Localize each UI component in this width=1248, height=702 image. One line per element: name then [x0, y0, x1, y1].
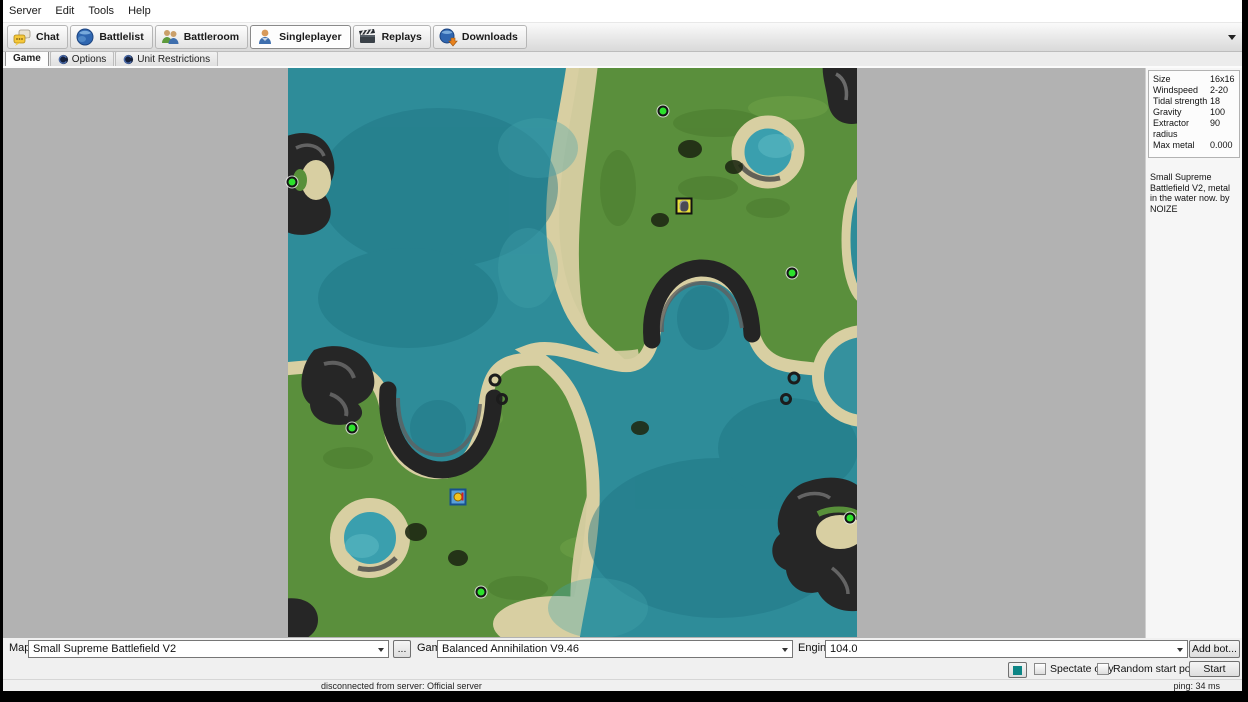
- menu-bar: Server Edit Tools Help: [3, 0, 1242, 22]
- info-label: Windspeed: [1153, 85, 1198, 96]
- connection-status: disconnected from server: Official serve…: [321, 681, 482, 691]
- chat-bubbles-icon: [12, 27, 32, 47]
- info-label: Max metal: [1153, 140, 1195, 151]
- mod-icon: [58, 54, 69, 65]
- info-label: Size: [1153, 74, 1171, 85]
- tab-label: Battleroom: [184, 31, 239, 43]
- start-position-marker-2[interactable]: [286, 177, 297, 188]
- engine-combobox-value: 104.0: [830, 643, 858, 655]
- info-label: Extractor radius: [1153, 118, 1210, 140]
- status-bar: disconnected from server: Official serve…: [3, 679, 1242, 691]
- info-label: Tidal strength: [1153, 96, 1207, 107]
- clapperboard-icon: [358, 27, 378, 47]
- player-color-button[interactable]: [1008, 662, 1027, 678]
- tab-replays[interactable]: Replays: [353, 25, 431, 49]
- people-icon: [160, 27, 180, 47]
- map-browse-label: ...: [398, 643, 407, 655]
- chevron-down-icon: [1177, 648, 1183, 652]
- unit-marker-yellow[interactable]: [676, 197, 693, 214]
- player-color-swatch: [1013, 666, 1022, 675]
- menu-item-help[interactable]: Help: [128, 5, 151, 17]
- main-toolbar: Chat Battlelist Battleroom Singleplayer Repl…: [3, 22, 1242, 52]
- map-preview[interactable]: [288, 68, 857, 637]
- toolbar-overflow-icon[interactable]: [1228, 35, 1236, 40]
- tab-label: Chat: [36, 31, 59, 43]
- start-position-marker-5[interactable]: [844, 513, 855, 524]
- lobby-window: Server Edit Tools Help Chat Battlelist Battle…: [3, 0, 1242, 690]
- start-position-marker-6[interactable]: [476, 586, 487, 597]
- subtab-label: Options: [72, 54, 106, 65]
- unit-icon: [454, 493, 463, 502]
- globe-download-icon: [438, 27, 458, 47]
- map-info-row: Extractor radius90: [1153, 118, 1236, 140]
- start-position-marker-3[interactable]: [787, 268, 798, 279]
- map-info-row: Max metal 0.000: [1153, 140, 1236, 151]
- menu-item-server[interactable]: Server: [9, 5, 41, 17]
- menu-item-edit[interactable]: Edit: [55, 5, 74, 17]
- start-button-label: Start: [1203, 663, 1225, 675]
- subtab-label: Game: [13, 53, 41, 64]
- start-position-marker-1[interactable]: [658, 106, 669, 117]
- chevron-down-icon: [378, 648, 384, 652]
- map-markers: [288, 68, 857, 637]
- checkbox-icon: [1097, 663, 1109, 675]
- info-value: 0.000: [1210, 140, 1236, 151]
- ping-status: ping: 34 ms: [1173, 681, 1220, 691]
- unit-icon: [680, 200, 689, 211]
- setup-controls-row: Map: Small Supreme Battlefield V2 ... Ga…: [3, 638, 1242, 660]
- map-combobox[interactable]: Small Supreme Battlefield V2: [28, 640, 389, 658]
- info-label: Gravity: [1153, 107, 1182, 118]
- tab-battlelist[interactable]: Battlelist: [70, 25, 152, 49]
- globe-icon: [75, 27, 95, 47]
- start-controls-row: Spectate only Random start positions Sta…: [3, 660, 1242, 679]
- tab-label: Singleplayer: [279, 31, 341, 43]
- main-area: Size16x16Windspeed2-20Tidal strength18Gr…: [3, 68, 1242, 638]
- tab-battleroom[interactable]: Battleroom: [155, 25, 248, 49]
- add-bot-button[interactable]: Add bot...: [1189, 640, 1240, 658]
- info-value: 18: [1210, 96, 1236, 107]
- person-icon: [255, 27, 275, 47]
- subtab-options[interactable]: Options: [50, 51, 114, 66]
- menu-item-tools[interactable]: Tools: [88, 5, 114, 17]
- subtab-unit-restrictions[interactable]: Unit Restrictions: [115, 51, 218, 66]
- start-position-marker-4[interactable]: [347, 423, 358, 434]
- tab-label: Downloads: [462, 31, 518, 43]
- info-value: 16x16: [1210, 74, 1236, 85]
- subtab-label: Unit Restrictions: [137, 54, 210, 65]
- map-info-row: Gravity 100: [1153, 107, 1236, 118]
- info-value: 100: [1210, 107, 1236, 118]
- info-value: 90: [1210, 118, 1236, 140]
- map-info-panel: Size16x16Windspeed2-20Tidal strength18Gr…: [1145, 68, 1242, 638]
- map-info-row: Windspeed 2-20: [1153, 85, 1236, 96]
- tab-downloads[interactable]: Downloads: [433, 25, 527, 49]
- map-description: Small Supreme Battlefield V2, metal in t…: [1150, 172, 1239, 214]
- engine-combobox[interactable]: 104.0: [825, 640, 1188, 658]
- map-browse-button[interactable]: ...: [393, 640, 411, 658]
- start-button[interactable]: Start: [1189, 661, 1240, 677]
- tab-label: Replays: [382, 31, 422, 43]
- map-info-row: Tidal strength18: [1153, 96, 1236, 107]
- game-combobox[interactable]: Balanced Annihilation V9.46: [437, 640, 793, 658]
- tab-chat[interactable]: Chat: [7, 25, 68, 49]
- map-info-row: Size 16x16: [1153, 74, 1236, 85]
- add-bot-label: Add bot...: [1192, 643, 1237, 655]
- checkbox-icon: [1034, 663, 1046, 675]
- info-value: 2-20: [1210, 85, 1236, 96]
- sub-tab-bar: Game Options Unit Restrictions: [3, 52, 1242, 68]
- map-combobox-value: Small Supreme Battlefield V2: [33, 643, 176, 655]
- mod-icon: [123, 54, 134, 65]
- unit-marker-blue[interactable]: [450, 489, 467, 506]
- tab-label: Battlelist: [99, 31, 143, 43]
- game-combobox-value: Balanced Annihilation V9.46: [442, 643, 579, 655]
- chevron-down-icon: [782, 648, 788, 652]
- map-info-box: Size16x16Windspeed2-20Tidal strength18Gr…: [1148, 70, 1240, 158]
- tab-singleplayer[interactable]: Singleplayer: [250, 25, 350, 49]
- subtab-game[interactable]: Game: [5, 50, 49, 66]
